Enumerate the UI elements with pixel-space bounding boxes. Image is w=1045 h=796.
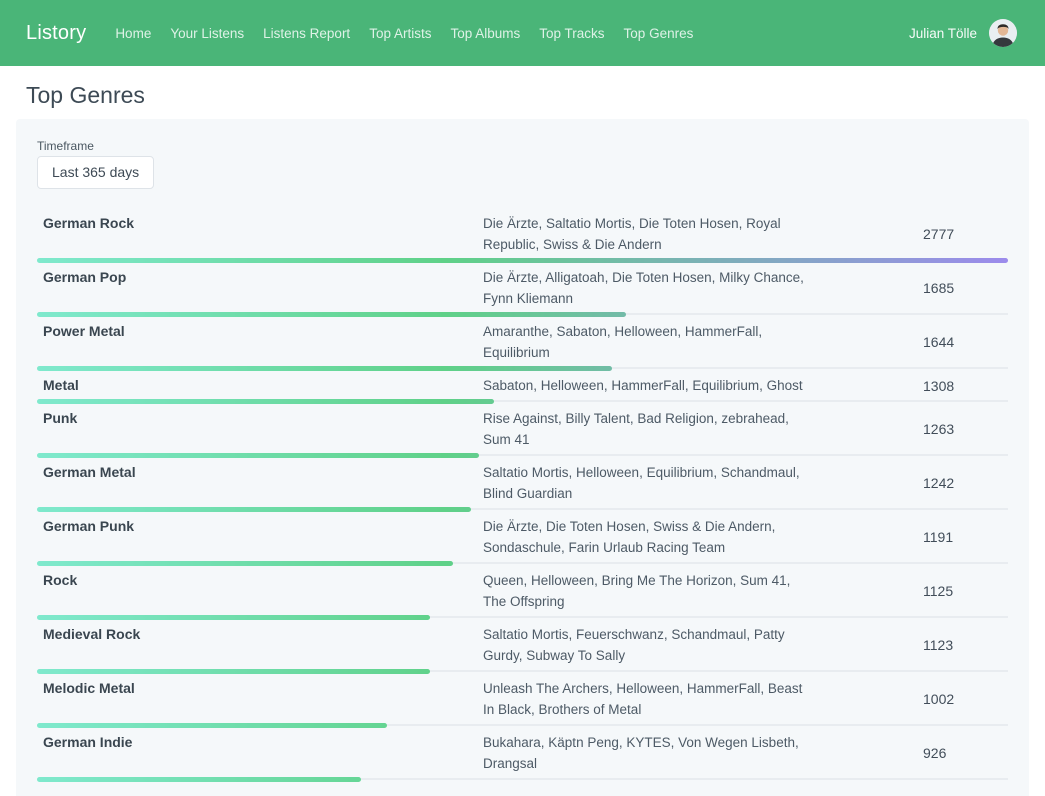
genre-listen-count: 1685	[923, 280, 954, 296]
genre-listen-count: 1308	[923, 378, 954, 394]
genre-row: Medieval Rock Saltatio Mortis, Feuerschw…	[37, 618, 1008, 672]
genre-row: Rock Queen, Helloween, Bring Me The Hori…	[37, 564, 1008, 618]
genre-row: Metal Sabaton, Helloween, HammerFall, Eq…	[37, 369, 1008, 402]
genre-name: Melodic Metal	[37, 678, 483, 699]
genre-row: German Indie Bukahara, Käptn Peng, KYTES…	[37, 726, 1008, 780]
genre-row: German Rock Die Ärzte, Saltatio Mortis, …	[37, 207, 1008, 261]
genre-listen-count: 926	[923, 745, 946, 761]
genre-top-artists: Amaranthe, Sabaton, Helloween, HammerFal…	[483, 321, 813, 363]
genre-listen-count: 1263	[923, 421, 954, 437]
genre-listen-count: 1002	[923, 691, 954, 707]
genre-name: German Rock	[37, 213, 483, 234]
nav-link-your-listens[interactable]: Your Listens	[170, 26, 244, 41]
nav-link-top-albums[interactable]: Top Albums	[450, 26, 520, 41]
genre-progress-bar	[37, 777, 361, 782]
genre-top-artists: Queen, Helloween, Bring Me The Horizon, …	[483, 570, 813, 612]
genre-top-artists: Die Ärzte, Die Toten Hosen, Swiss & Die …	[483, 516, 813, 558]
genre-listen-count: 2777	[923, 226, 954, 242]
genre-name: German Pop	[37, 267, 483, 288]
timeframe-select[interactable]: Last 365 days	[37, 156, 154, 189]
genre-row: Melodic Metal Unleash The Archers, Hello…	[37, 672, 1008, 726]
genre-top-artists: Unleash The Archers, Helloween, HammerFa…	[483, 678, 813, 720]
genre-top-artists: Saltatio Mortis, Helloween, Equilibrium,…	[483, 462, 813, 504]
genre-listen-count: 1125	[923, 583, 953, 599]
user-name: Julian Tölle	[909, 26, 977, 41]
user-menu[interactable]: Julian Tölle	[909, 19, 1017, 47]
nav-link-listens-report[interactable]: Listens Report	[263, 26, 350, 41]
genre-name: Medieval Rock	[37, 624, 483, 645]
genre-top-artists: Die Ärzte, Saltatio Mortis, Die Toten Ho…	[483, 213, 813, 255]
genre-name: German Punk	[37, 516, 483, 537]
genre-row: German Metal Saltatio Mortis, Helloween,…	[37, 456, 1008, 510]
genre-name: Punk	[37, 408, 483, 429]
app-logo[interactable]: Listory	[26, 22, 86, 45]
genre-list: German Rock Die Ärzte, Saltatio Mortis, …	[37, 207, 1008, 780]
top-genres-panel: Timeframe Last 365 days German Rock Die …	[16, 119, 1029, 796]
genre-name: German Indie	[37, 732, 483, 753]
genre-listen-count: 1191	[923, 529, 953, 545]
genre-top-artists: Sabaton, Helloween, HammerFall, Equilibr…	[483, 375, 813, 396]
genre-listen-count: 1242	[923, 475, 954, 491]
genre-name: German Metal	[37, 462, 483, 483]
genre-name: Power Metal	[37, 321, 483, 342]
genre-top-artists: Die Ärzte, Alligatoah, Die Toten Hosen, …	[483, 267, 813, 309]
genre-listen-count: 1123	[923, 637, 953, 653]
nav-link-home[interactable]: Home	[115, 26, 151, 41]
nav-link-top-artists[interactable]: Top Artists	[369, 26, 431, 41]
nav-link-top-tracks[interactable]: Top Tracks	[539, 26, 604, 41]
genre-name: Metal	[37, 375, 483, 396]
genre-row: German Pop Die Ärzte, Alligatoah, Die To…	[37, 261, 1008, 315]
genre-row: German Punk Die Ärzte, Die Toten Hosen, …	[37, 510, 1008, 564]
nav-link-top-genres[interactable]: Top Genres	[624, 26, 694, 41]
user-avatar-icon[interactable]	[989, 19, 1017, 47]
genre-top-artists: Rise Against, Billy Talent, Bad Religion…	[483, 408, 813, 450]
genre-top-artists: Saltatio Mortis, Feuerschwanz, Schandmau…	[483, 624, 813, 666]
page-title: Top Genres	[26, 83, 1045, 108]
genre-row: Punk Rise Against, Billy Talent, Bad Rel…	[37, 402, 1008, 456]
navbar: Listory Home Your Listens Listens Report To…	[0, 0, 1045, 66]
genre-top-artists: Bukahara, Käptn Peng, KYTES, Von Wegen L…	[483, 732, 813, 774]
genre-name: Rock	[37, 570, 483, 591]
genre-listen-count: 1644	[923, 334, 954, 350]
genre-row: Power Metal Amaranthe, Sabaton, Hellowee…	[37, 315, 1008, 369]
nav-links: Home Your Listens Listens Report Top Artist…	[115, 26, 693, 41]
timeframe-label: Timeframe	[37, 139, 1008, 153]
